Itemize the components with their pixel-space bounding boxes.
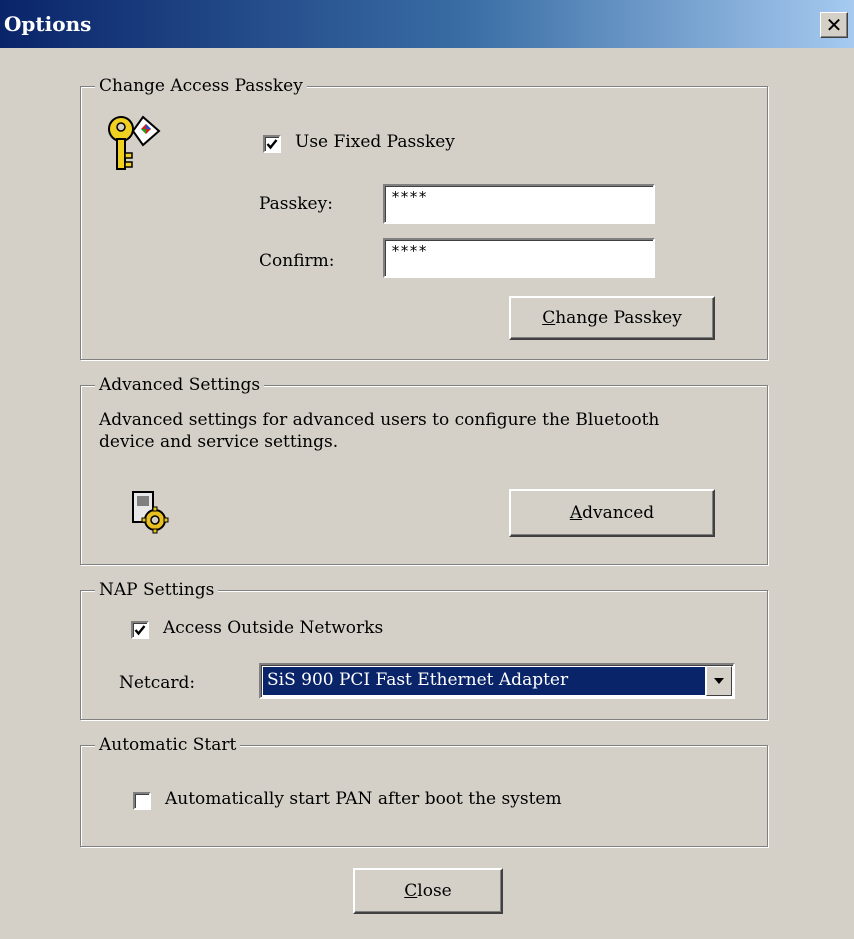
close-icon: ✕ — [825, 13, 843, 37]
confirm-label: Confirm: — [259, 251, 335, 271]
change-passkey-button[interactable]: Change Passkey — [509, 296, 715, 340]
close-button[interactable]: Close — [353, 868, 503, 914]
access-outside-networks-checkbox[interactable] — [131, 621, 149, 639]
advanced-button[interactable]: Advanced — [509, 489, 715, 537]
confirm-input[interactable]: **** — [383, 238, 655, 278]
netcard-selected-value: SiS 900 PCI Fast Ethernet Adapter — [263, 667, 705, 695]
group-legend-autostart: Automatic Start — [95, 734, 241, 756]
nap-settings-group: NAP Settings Access Outside Networks Net… — [80, 579, 768, 720]
checkmark-icon — [134, 625, 146, 636]
access-outside-networks-label: Access Outside Networks — [163, 618, 384, 638]
group-legend-advanced: Advanced Settings — [95, 374, 265, 396]
advanced-label: dvanced — [582, 503, 655, 523]
checkmark-icon — [266, 139, 278, 150]
group-legend-passkey: Change Access Passkey — [95, 75, 307, 97]
automatic-start-group: Automatic Start Automatically start PAN … — [80, 734, 768, 847]
change-passkey-mnemonic: C — [542, 308, 556, 328]
gear-settings-icon — [132, 491, 169, 534]
chevron-down-icon — [714, 678, 724, 684]
change-access-passkey-group: Change Access Passkey Use Fixed Passkey … — [80, 75, 768, 360]
advanced-description-line-1: Advanced settings for advanced users to … — [99, 410, 660, 430]
use-fixed-passkey-checkbox[interactable] — [263, 135, 281, 153]
close-label: lose — [417, 881, 452, 901]
dropdown-arrow-button[interactable] — [706, 666, 732, 696]
advanced-mnemonic: A — [569, 503, 583, 523]
passkey-label: Passkey: — [259, 194, 333, 214]
change-passkey-label: hange Passkey — [555, 308, 682, 328]
passkey-input[interactable]: **** — [383, 184, 655, 224]
netcard-label: Netcard: — [119, 673, 196, 693]
group-legend-nap: NAP Settings — [95, 579, 219, 601]
netcard-select[interactable]: SiS 900 PCI Fast Ethernet Adapter — [259, 663, 735, 699]
window-title: Options — [4, 12, 92, 36]
use-fixed-passkey-label: Use Fixed Passkey — [295, 132, 455, 152]
title-bar[interactable]: Options ✕ — [0, 0, 854, 48]
window-close-button[interactable]: ✕ — [820, 12, 848, 38]
advanced-settings-group: Advanced Settings Advanced settings for … — [80, 374, 768, 565]
close-mnemonic: C — [404, 881, 418, 901]
automatic-start-checkbox[interactable] — [133, 792, 151, 810]
key-icon — [108, 115, 161, 170]
automatic-start-label: Automatically start PAN after boot the s… — [165, 789, 562, 809]
advanced-description-line-2: device and service settings. — [99, 432, 339, 452]
